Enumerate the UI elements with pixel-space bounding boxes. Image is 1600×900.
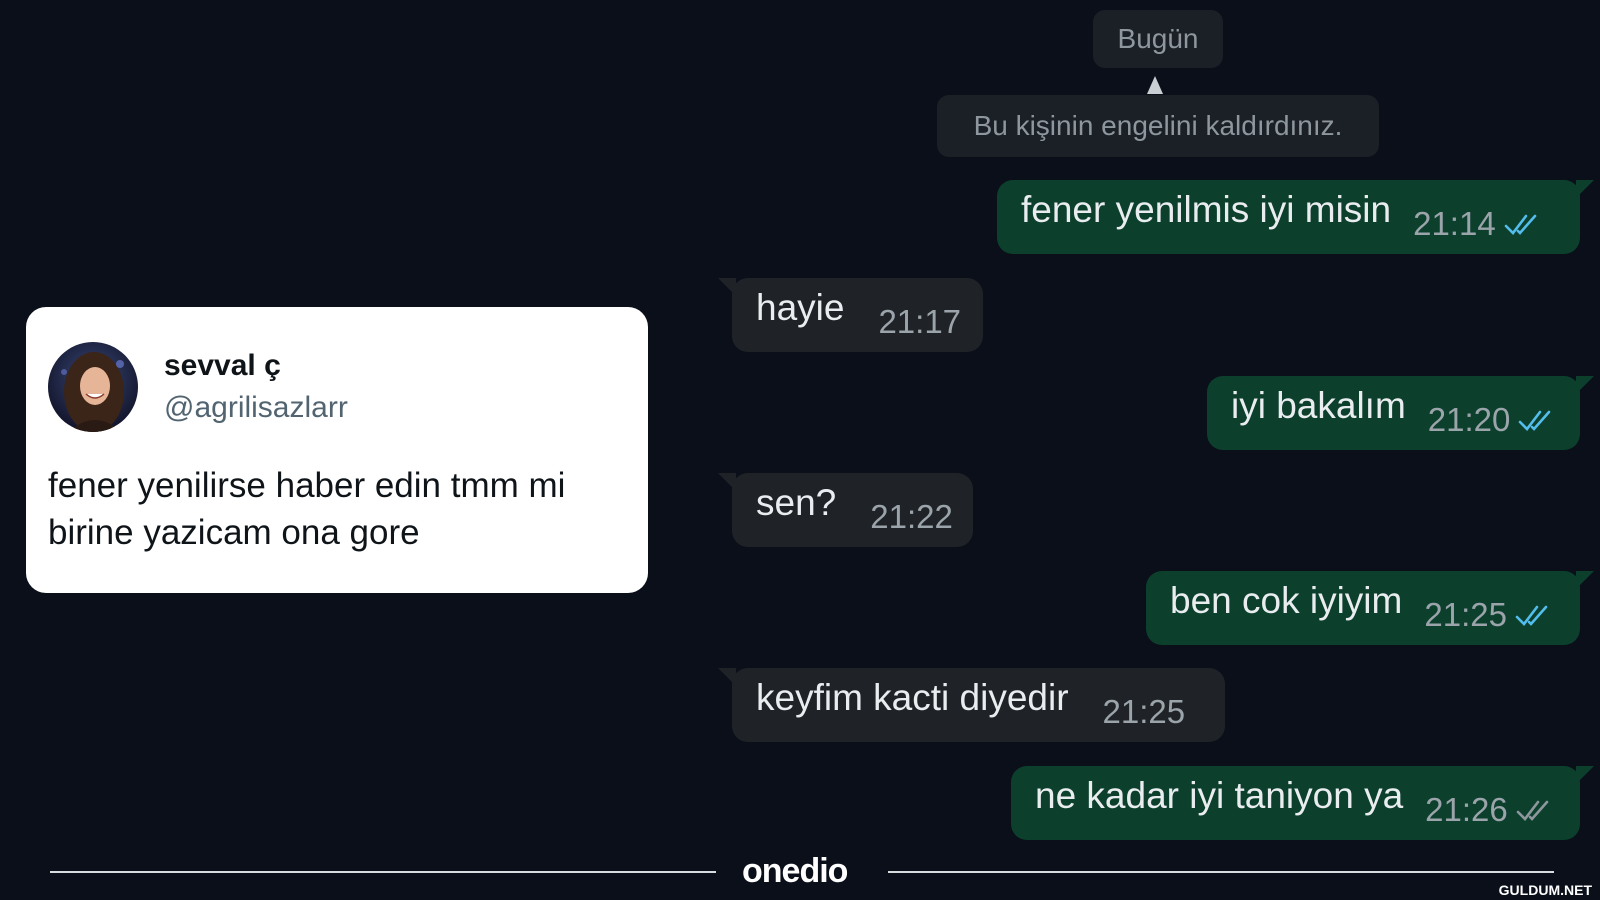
message-time: 21:25 [1424, 596, 1507, 633]
message-time: 21:25 [1102, 693, 1186, 730]
footer-divider-right [888, 871, 1554, 873]
message-text: iyi bakalım [1231, 385, 1406, 426]
onedio-logo: onedio [742, 852, 848, 890]
double-check-icon [1515, 605, 1548, 626]
double-check-icon [1519, 410, 1551, 431]
message-text: ne kadar iyi taniyon ya [1035, 775, 1404, 816]
message-text: hayie [756, 287, 845, 328]
message-bubble-incoming[interactable]: keyfim kacti diyedir 21:25 [718, 668, 1225, 742]
message-bubble-incoming[interactable]: hayie 21:17 [718, 278, 983, 352]
tweet-display-name[interactable]: sevval ç [164, 349, 281, 383]
message-time: 21:17 [878, 303, 962, 340]
message-bubble-incoming[interactable]: sen? 21:22 [718, 473, 973, 547]
message-text: fener yenilmis iyi misin [1021, 189, 1392, 230]
avatar-photo [48, 342, 138, 432]
double-check-icon [1504, 214, 1536, 235]
message-time: 21:20 [1427, 401, 1511, 438]
message-meta: 21:17 [878, 305, 961, 352]
message-time: 21:22 [870, 498, 953, 535]
message-meta: 21:22 [870, 500, 953, 547]
message-text: ben cok iyiyim [1170, 580, 1403, 621]
message-text: sen? [756, 482, 837, 523]
date-separator: Bugün [1093, 10, 1223, 68]
tweet-handle[interactable]: @agrilisazlarr [164, 391, 348, 425]
footer-divider-left [50, 871, 716, 873]
system-message: Bu kişinin engelini kaldırdınız. [937, 95, 1379, 157]
message-time: 21:14 [1413, 205, 1496, 242]
message-time: 21:26 [1425, 791, 1508, 828]
message-text: keyfim kacti diyedir [756, 677, 1069, 718]
message-meta: 21:20 [1428, 403, 1559, 450]
double-check-icon [1516, 800, 1549, 821]
tweet-text: fener yenilirse haber edin tmm mi birine… [48, 466, 566, 552]
message-bubble-outgoing[interactable]: ben cok iyiyim 21:25 [1146, 571, 1594, 645]
message-bubble-outgoing[interactable]: ne kadar iyi taniyon ya 21:26 [1011, 766, 1594, 840]
message-bubble-outgoing[interactable]: fener yenilmis iyi misin 21:14 [997, 180, 1594, 254]
message-meta: 21:25 [1103, 695, 1186, 742]
message-meta: 21:26 [1425, 793, 1556, 840]
message-bubble-outgoing[interactable]: iyi bakalım 21:20 [1207, 376, 1594, 450]
message-meta: 21:14 [1413, 207, 1544, 254]
scroll-arrow-icon [1147, 76, 1163, 94]
message-meta: 21:25 [1424, 598, 1555, 645]
tweet-card[interactable]: sevval ç @agrilisazlarr fener yenilirse … [26, 307, 648, 593]
avatar[interactable] [48, 342, 138, 432]
watermark: GULDUM.NET [1498, 882, 1592, 898]
